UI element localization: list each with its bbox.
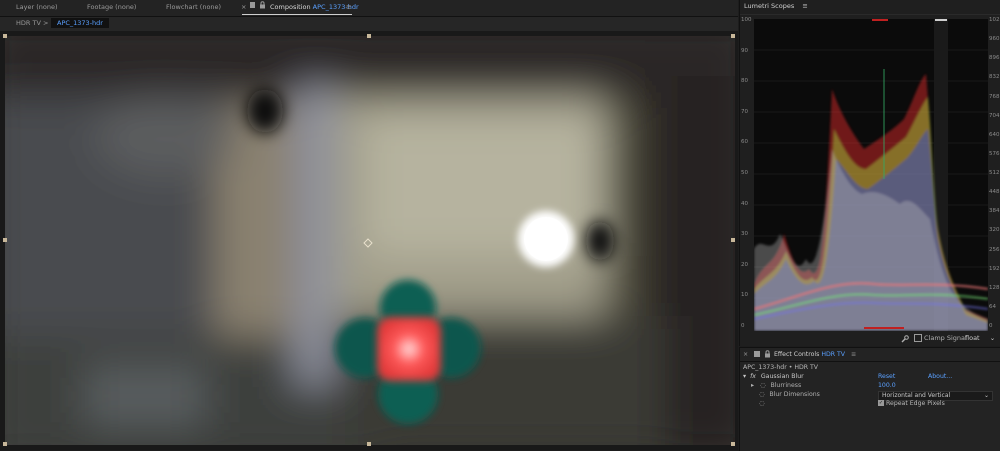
viewer-tab-bar: Layer (none) Footage (none) Flowchart (n…	[0, 0, 738, 17]
breadcrumb-item-hdr-tv[interactable]: HDR TV	[16, 19, 41, 27]
scope-y-tick-left: 70	[741, 108, 748, 115]
fx-icon[interactable]: fx	[750, 373, 756, 380]
breadcrumb-separator: >	[43, 19, 49, 27]
repeat-edge-pixels-checkbox[interactable]: ✓ Repeat Edge Pixels	[878, 400, 945, 407]
scope-y-tick-left: 80	[741, 78, 748, 85]
menu-icon[interactable]: ≡	[802, 2, 807, 10]
effect-controls-panel: × Effect Controls HDR TV ≡ APC_1373-hdr …	[739, 347, 1000, 451]
breadcrumb-item-composition[interactable]: APC_1373-hdr	[51, 18, 109, 28]
effect-controls-layer-name: HDR TV	[821, 351, 846, 358]
scope-y-tick-right: 1023	[989, 17, 1000, 23]
layer-handle-right[interactable]	[731, 238, 735, 242]
scope-y-tick-left: 100	[741, 17, 752, 23]
scope-y-tick-left: 0	[741, 323, 745, 329]
tab-footage[interactable]: Footage (none)	[87, 3, 136, 11]
composition-frame[interactable]	[5, 36, 735, 445]
breadcrumb: HDR TV > APC_1373-hdr	[0, 17, 738, 31]
scope-y-tick-right: 896	[989, 55, 1000, 62]
effect-controls-title[interactable]: Effect Controls HDR TV ≡	[774, 351, 856, 358]
layer-handle-top-left[interactable]	[3, 34, 7, 38]
scope-y-tick-left: 50	[741, 170, 748, 176]
scope-y-tick-right: 384	[989, 208, 1000, 215]
precision-dropdown[interactable]: float ⌄	[965, 334, 995, 342]
scope-y-tick-right: 0	[989, 323, 993, 329]
effect-row-gaussian-blur[interactable]: ▾ fx Gaussian Blur	[743, 373, 804, 380]
scope-y-tick-right: 192	[989, 265, 1000, 272]
waveform-graph	[753, 19, 989, 331]
property-row-blurriness: ▸ ◌ Blurriness	[751, 382, 801, 389]
chevron-down-icon: ⌄	[989, 334, 996, 342]
scope-y-tick-right: 640	[989, 131, 1000, 138]
active-tab-indicator	[242, 14, 352, 15]
scope-y-tick-right: 512	[989, 170, 1000, 176]
layer-handle-bottom-left[interactable]	[3, 442, 7, 446]
effect-name: Gaussian Blur	[760, 373, 804, 380]
stopwatch-icon[interactable]: ◌	[760, 382, 765, 389]
effect-controls-title-label: Effect Controls	[774, 351, 820, 358]
composition-viewer[interactable]	[0, 31, 738, 450]
layer-handle-bottom[interactable]	[367, 442, 371, 446]
blurred-footage	[5, 36, 735, 445]
scope-y-tick-right: 576	[989, 150, 1000, 157]
reset-button[interactable]: Reset	[878, 373, 895, 380]
composition-icon	[250, 2, 255, 8]
expand-triangle-icon[interactable]: ▾	[743, 373, 746, 380]
divider	[740, 361, 1000, 362]
tab-flowchart[interactable]: Flowchart (none)	[166, 3, 221, 11]
clamp-signal-checkbox[interactable]: Clamp Signal	[914, 334, 967, 342]
blur-dimensions-value: Horizontal and Vertical	[882, 392, 951, 399]
scope-y-tick-right: 320	[989, 227, 1000, 234]
blurriness-value[interactable]: 100.0	[878, 382, 896, 389]
scopes-title-label: Lumetri Scopes	[744, 2, 795, 10]
waveform-scope	[753, 19, 989, 331]
layer-handle-bottom-right[interactable]	[731, 442, 735, 446]
close-icon[interactable]: ×	[743, 351, 748, 358]
lumetri-scopes-panel: Lumetri Scopes ≡ Clamp Signal float ⌄ 10…	[739, 0, 1000, 346]
composition-icon	[754, 351, 760, 359]
wrench-icon[interactable]	[901, 335, 909, 345]
scope-y-tick-left: 90	[741, 47, 748, 54]
tab-layer[interactable]: Layer (none)	[16, 3, 57, 11]
scope-y-tick-right: 704	[989, 112, 1000, 119]
checkbox-box[interactable]	[914, 334, 922, 342]
checkmark-icon[interactable]: ✓	[878, 400, 884, 406]
close-icon[interactable]: ×	[241, 3, 246, 11]
lock-icon[interactable]	[764, 350, 771, 360]
panel-title: Lumetri Scopes ≡	[744, 2, 808, 10]
clamp-signal-label: Clamp Signal	[924, 334, 967, 342]
scope-y-tick-right: 128	[989, 284, 1000, 291]
divider	[740, 14, 1000, 15]
scope-y-tick-right: 832	[989, 74, 1000, 81]
property-row-blur-dimensions: ◌ Blur Dimensions	[759, 391, 820, 398]
tab-composition-name: APC_1373-hdr	[312, 3, 359, 11]
scope-y-tick-right: 256	[989, 246, 1000, 253]
scope-y-tick-right: 768	[989, 93, 1000, 100]
layer-handle-left[interactable]	[3, 238, 7, 242]
effect-controls-subtitle: APC_1373-hdr • HDR TV	[743, 364, 819, 371]
chevron-down-icon: ⌄	[983, 392, 989, 399]
layer-handle-top-right[interactable]	[731, 34, 735, 38]
precision-value: float	[965, 334, 980, 342]
scope-y-tick-right: 960	[989, 36, 1000, 43]
blurriness-label: Blurriness	[770, 382, 802, 389]
scope-toolbar: Clamp Signal float ⌄	[740, 333, 1000, 346]
menu-icon[interactable]: ≡	[346, 3, 351, 11]
stopwatch-icon[interactable]: ◌	[759, 400, 764, 407]
scope-y-tick-left: 20	[741, 261, 748, 268]
layer-handle-top[interactable]	[367, 34, 371, 38]
repeat-edge-pixels-label: Repeat Edge Pixels	[886, 400, 945, 407]
about-button[interactable]: About...	[928, 373, 952, 380]
scope-y-tick-left: 10	[741, 292, 748, 299]
scope-y-tick-left: 40	[741, 200, 748, 207]
scope-y-tick-left: 30	[741, 231, 748, 238]
menu-icon[interactable]: ≡	[851, 351, 856, 358]
lock-icon[interactable]	[259, 1, 266, 11]
scope-y-tick-left: 60	[741, 139, 748, 146]
tab-composition-label: Composition	[270, 3, 311, 11]
stopwatch-icon[interactable]: ◌	[759, 391, 764, 398]
blur-dimensions-label: Blur Dimensions	[769, 391, 820, 398]
scope-y-tick-right: 64	[989, 303, 996, 310]
scope-y-tick-right: 448	[989, 189, 1000, 196]
expand-triangle-icon[interactable]: ▸	[751, 382, 754, 389]
